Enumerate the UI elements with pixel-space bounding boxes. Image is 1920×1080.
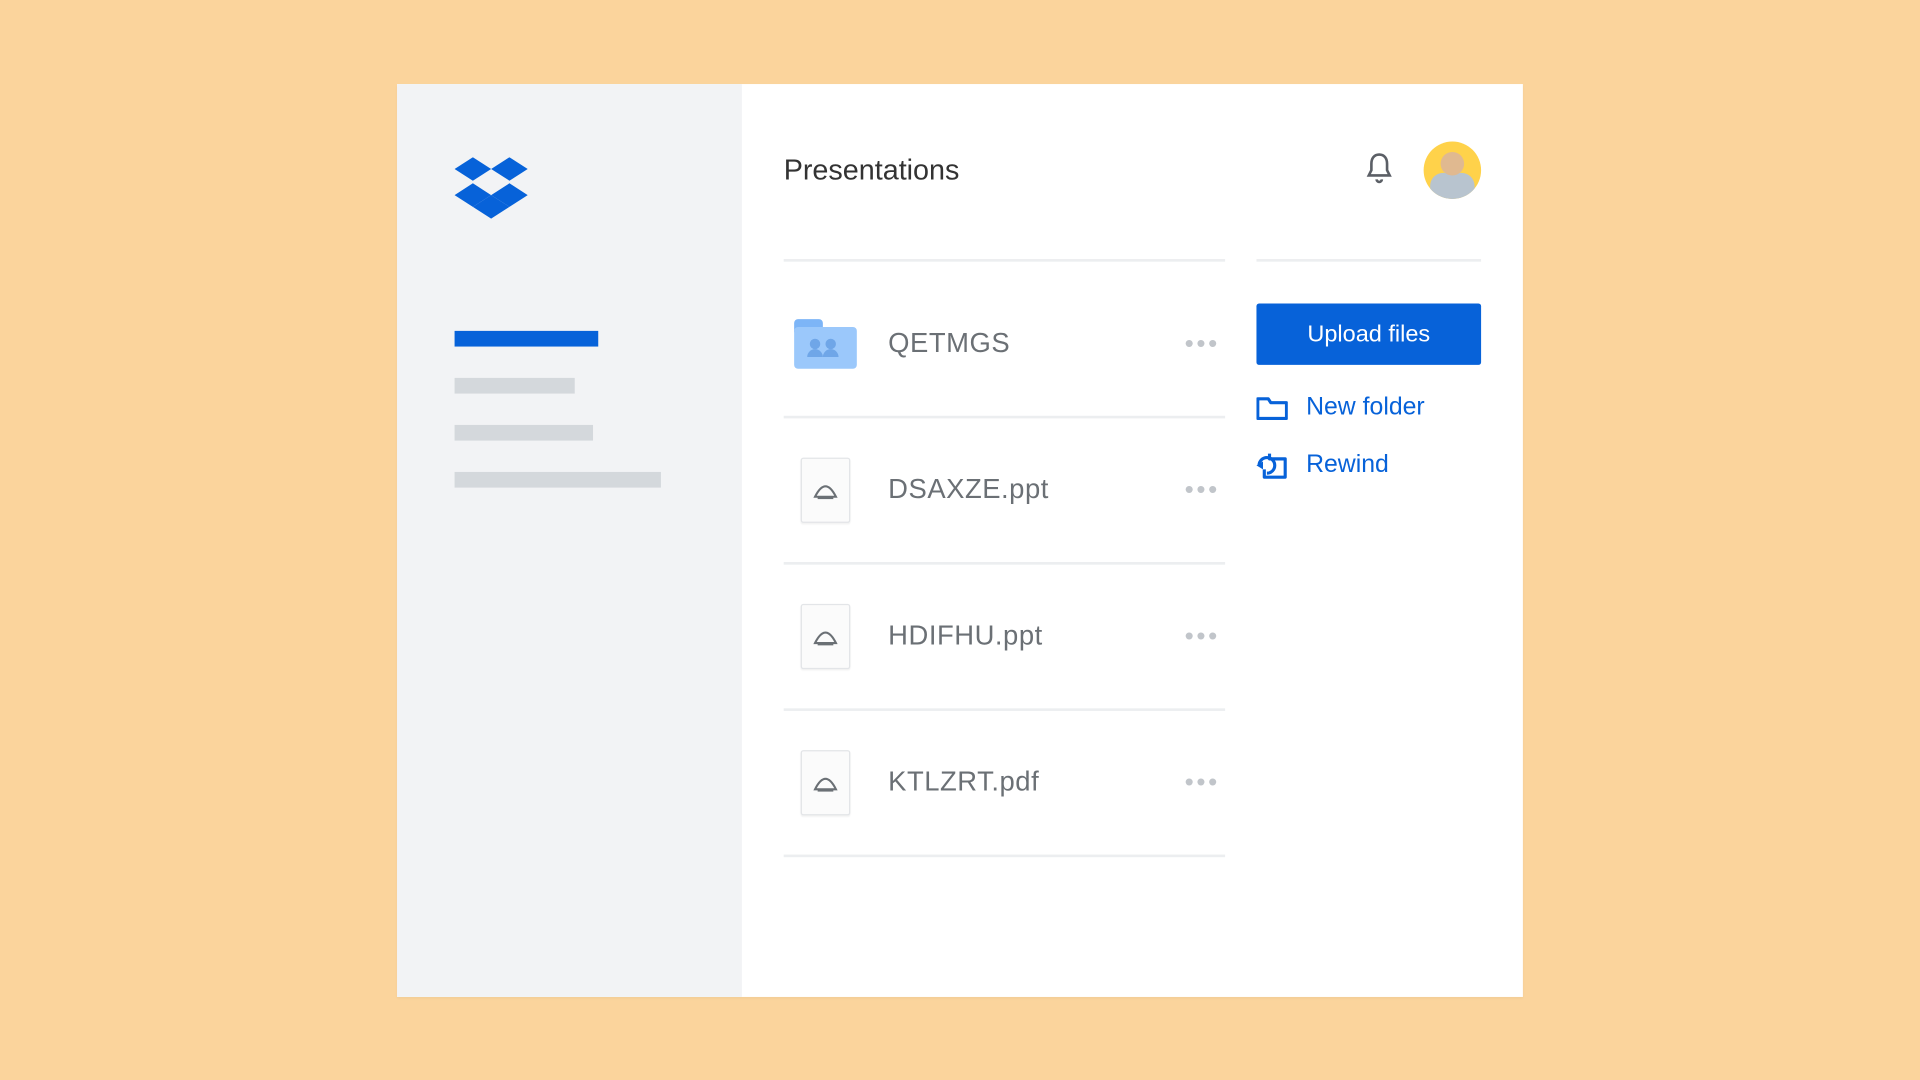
header: Presentations — [784, 141, 1481, 222]
file-icon — [794, 457, 857, 522]
action-label: Rewind — [1306, 451, 1389, 480]
sidebar-nav-item[interactable] — [455, 377, 575, 393]
file-name: DSAXZE.ppt — [888, 474, 1184, 505]
new-folder-link[interactable]: New folder — [1256, 393, 1481, 422]
sidebar — [397, 84, 742, 997]
rewind-link[interactable]: Rewind — [1256, 451, 1481, 480]
divider — [784, 259, 1225, 262]
main-content: Presentations — [742, 84, 1523, 997]
list-item[interactable]: KTLZRT.pdf ••• — [784, 710, 1225, 856]
action-label: New folder — [1306, 393, 1425, 422]
more-options-icon[interactable]: ••• — [1185, 475, 1226, 505]
upload-files-button[interactable]: Upload files — [1256, 303, 1481, 364]
file-name: KTLZRT.pdf — [888, 767, 1184, 798]
more-options-icon[interactable]: ••• — [1185, 767, 1226, 797]
more-options-icon[interactable]: ••• — [1185, 328, 1226, 358]
content-body: QETMGS ••• DSAXZE.ppt ••• — [784, 259, 1481, 857]
sidebar-nav-item[interactable] — [455, 471, 661, 487]
file-icon — [794, 603, 857, 668]
action-panel: Upload files New folder Rewind — [1256, 259, 1481, 857]
file-icon — [794, 750, 857, 815]
notifications-icon[interactable] — [1364, 150, 1395, 190]
divider — [1256, 259, 1481, 262]
file-list: QETMGS ••• DSAXZE.ppt ••• — [784, 259, 1225, 857]
sidebar-nav-item[interactable] — [455, 424, 593, 440]
dropbox-logo-icon[interactable] — [455, 157, 685, 226]
file-name: QETMGS — [888, 328, 1184, 359]
shared-folder-icon — [794, 319, 857, 369]
header-actions — [1364, 141, 1482, 198]
list-item[interactable]: HDIFHU.ppt ••• — [784, 564, 1225, 710]
page-title: Presentations — [784, 153, 960, 187]
more-options-icon[interactable]: ••• — [1185, 621, 1226, 651]
list-item[interactable]: QETMGS ••• — [784, 272, 1225, 418]
file-name: HDIFHU.ppt — [888, 620, 1184, 651]
folder-icon — [1256, 394, 1287, 420]
user-avatar[interactable] — [1424, 141, 1481, 198]
list-item[interactable]: DSAXZE.ppt ••• — [784, 418, 1225, 564]
rewind-icon — [1256, 451, 1287, 480]
sidebar-nav-item-active[interactable] — [455, 330, 599, 346]
app-window: Presentations — [397, 84, 1523, 997]
